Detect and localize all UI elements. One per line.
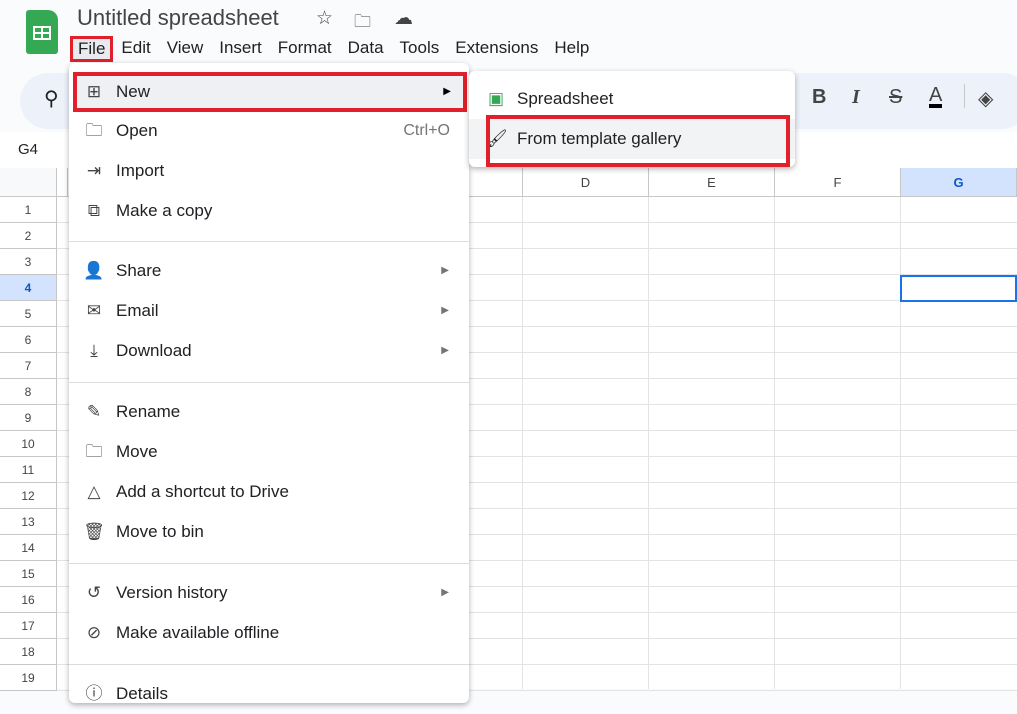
menu-item-new[interactable]: ⊞ New ▶ [73, 72, 467, 112]
offline-icon: ⊘ [86, 623, 102, 642]
menu-extensions[interactable]: Extensions [447, 36, 546, 62]
search-menus-icon[interactable]: ⚲ [44, 86, 59, 111]
row-header-14[interactable]: 14 [0, 535, 57, 561]
menu-bar: File Edit View Insert Format Data Tools … [70, 36, 597, 62]
column-header-e[interactable]: E [649, 168, 775, 197]
menu-insert[interactable]: Insert [211, 36, 270, 62]
drive-shortcut-icon: △ [87, 482, 101, 501]
menu-item-add-shortcut[interactable]: △ Add a shortcut to Drive [69, 472, 469, 512]
move-icon: 🗀 [85, 442, 103, 461]
row-header-6[interactable]: 6 [0, 327, 57, 353]
submenu-item-spreadsheet[interactable]: ▣ Spreadsheet [469, 79, 795, 119]
menu-file[interactable]: File [70, 36, 114, 62]
import-icon: ⇥ [86, 161, 102, 180]
menu-help[interactable]: Help [546, 36, 597, 62]
menu-item-details[interactable]: ⓘ Details [69, 674, 469, 714]
star-icon[interactable]: ☆ [316, 7, 333, 30]
cloud-status-icon[interactable]: ☁ [394, 7, 413, 30]
menu-item-download[interactable]: ⤓ Download ▶ [69, 331, 469, 371]
new-plus-icon: ⊞ [86, 82, 102, 101]
menu-item-rename[interactable]: ✎ Rename [69, 392, 469, 432]
row-header-13[interactable]: 13 [0, 509, 57, 535]
menu-edit[interactable]: Edit [113, 36, 158, 62]
submenu-arrow-icon: ▶ [441, 345, 449, 356]
row-header-3[interactable]: 3 [0, 249, 57, 275]
menu-item-make-available-offline[interactable]: ⊘ Make available offline [69, 613, 469, 653]
menu-item-make-a-copy[interactable]: ⧉ Make a copy [69, 191, 469, 231]
menu-item-version-history[interactable]: ↺ Version history ▶ [69, 573, 469, 613]
menu-divider [69, 563, 469, 564]
italic-button[interactable]: I [852, 86, 860, 109]
menu-data[interactable]: Data [340, 36, 392, 62]
row-header-2[interactable]: 2 [0, 223, 57, 249]
move-folder-icon[interactable]: 🗀 [354, 9, 371, 38]
row-header-19[interactable]: 19 [0, 665, 57, 691]
row-header-12[interactable]: 12 [0, 483, 57, 509]
strikethrough-button[interactable]: S [889, 86, 902, 109]
row-header-15[interactable]: 15 [0, 561, 57, 587]
email-icon: ✉ [86, 301, 102, 320]
name-box[interactable]: G4 [18, 141, 38, 158]
submenu-arrow-icon: ▶ [441, 305, 449, 316]
gridline [774, 197, 775, 689]
column-header-d[interactable]: D [523, 168, 649, 197]
row-header-18[interactable]: 18 [0, 639, 57, 665]
menu-item-move[interactable]: 🗀 Move [69, 432, 469, 472]
submenu-arrow-icon: ▶ [443, 86, 451, 97]
sheets-icon: ▣ [487, 89, 505, 108]
select-all-corner[interactable] [0, 168, 57, 197]
row-header-7[interactable]: 7 [0, 353, 57, 379]
row-header-10[interactable]: 10 [0, 431, 57, 457]
menu-divider [69, 664, 469, 665]
sheets-logo-icon[interactable] [26, 10, 58, 54]
active-cell-g4[interactable] [900, 275, 1017, 302]
info-icon: ⓘ [85, 684, 103, 703]
row-header-9[interactable]: 9 [0, 405, 57, 431]
column-header-hidden [57, 168, 68, 197]
bold-button[interactable]: B [812, 86, 826, 109]
menu-item-import[interactable]: ⇥ Import [69, 151, 469, 191]
gridline [522, 197, 523, 689]
row-header-4[interactable]: 4 [0, 275, 57, 301]
menu-tools[interactable]: Tools [392, 36, 448, 62]
row-header-1[interactable]: 1 [0, 197, 57, 223]
row-header-8[interactable]: 8 [0, 379, 57, 405]
row-header-11[interactable]: 11 [0, 457, 57, 483]
row-header-5[interactable]: 5 [0, 301, 57, 327]
copy-icon: ⧉ [87, 201, 101, 220]
menu-item-share[interactable]: 👤 Share ▶ [69, 251, 469, 291]
toolbar-divider [964, 84, 965, 108]
menu-item-move-to-bin[interactable]: 🗑 Move to bin [69, 512, 469, 552]
rename-icon: ✎ [86, 402, 102, 421]
menu-divider [69, 241, 469, 242]
menu-item-open[interactable]: 🗀 Open Ctrl+O [69, 111, 469, 151]
menu-view[interactable]: View [159, 36, 212, 62]
submenu-arrow-icon: ▶ [441, 265, 449, 276]
folder-icon: 🗀 [85, 121, 103, 140]
share-icon: 👤 [83, 261, 105, 280]
menu-format[interactable]: Format [270, 36, 340, 62]
menu-divider [69, 382, 469, 383]
document-title[interactable]: Untitled spreadsheet [77, 5, 279, 31]
download-icon: ⤓ [90, 341, 98, 360]
row-header-16[interactable]: 16 [0, 587, 57, 613]
history-icon: ↺ [86, 583, 102, 602]
gridline [648, 197, 649, 689]
row-header-17[interactable]: 17 [0, 613, 57, 639]
menu-item-email[interactable]: ✉ Email ▶ [69, 291, 469, 331]
file-menu: ⊞ New ▶ 🗀 Open Ctrl+O ⇥ Import ⧉ Make a copy 👤… [69, 63, 469, 703]
gridline [900, 197, 901, 689]
text-color-button[interactable]: A [929, 85, 943, 108]
column-header-g[interactable]: G [901, 168, 1017, 197]
highlight-box [486, 115, 790, 167]
submenu-arrow-icon: ▶ [441, 587, 449, 598]
trash-icon: 🗑 [83, 522, 105, 541]
column-header-f[interactable]: F [775, 168, 901, 197]
fill-color-icon[interactable]: ◈ [978, 86, 993, 111]
